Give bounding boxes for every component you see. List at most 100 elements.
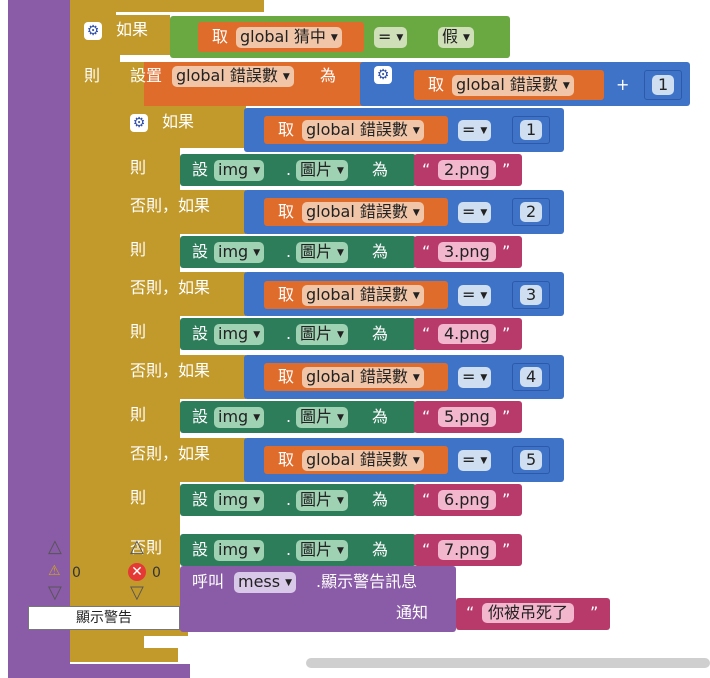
var-dropdown-5[interactable]: global 錯誤數 ▼ bbox=[302, 450, 424, 471]
property-name: 圖片 bbox=[300, 490, 333, 509]
warning-next-arrow[interactable]: ▽ bbox=[48, 582, 62, 603]
outer-if-top[interactable] bbox=[70, 0, 264, 12]
set-var-dropdown[interactable]: global 錯誤數 ▼ bbox=[172, 66, 294, 87]
operator-dropdown-4[interactable]: = ▼ bbox=[458, 367, 492, 388]
operator-dropdown-1[interactable]: = ▼ bbox=[458, 120, 492, 141]
compare-operator-dropdown[interactable]: = ▼ bbox=[374, 27, 408, 48]
get-label: 取 bbox=[428, 75, 445, 94]
property-dropdown-else[interactable]: 圖片 ▼ bbox=[296, 540, 348, 561]
boolean-dropdown[interactable]: 假 ▼ bbox=[438, 27, 474, 48]
dropdown-arrow-icon: ▼ bbox=[253, 546, 261, 556]
var-dropdown-2[interactable]: global 錯誤數 ▼ bbox=[302, 202, 424, 223]
error-prev-arrow[interactable]: △ bbox=[130, 536, 144, 557]
then-label: 則 bbox=[130, 158, 147, 177]
then-label: 則 bbox=[130, 488, 147, 507]
var-name: global 錯誤數 bbox=[456, 75, 558, 94]
string-field-1[interactable]: 2.png bbox=[438, 160, 496, 180]
message-field[interactable]: 你被吊死了 bbox=[482, 603, 575, 623]
dropdown-arrow-icon: ▼ bbox=[285, 578, 293, 588]
to-label: 為 bbox=[372, 242, 389, 261]
number-field-3[interactable]: 3 bbox=[520, 285, 543, 305]
error-icon: ✕ bbox=[128, 563, 146, 581]
string-field-3[interactable]: 4.png bbox=[438, 324, 496, 344]
component-dropdown-5[interactable]: img ▼ bbox=[214, 490, 265, 511]
component-dropdown-else[interactable]: img ▼ bbox=[214, 540, 265, 561]
property-dropdown-1[interactable]: 圖片 ▼ bbox=[296, 160, 348, 181]
string-field-4[interactable]: 5.png bbox=[438, 407, 496, 427]
var-dropdown-4[interactable]: global 錯誤數 ▼ bbox=[302, 367, 424, 388]
component-name: img bbox=[218, 540, 249, 559]
operator: = bbox=[462, 367, 476, 386]
then-label: 則 bbox=[130, 405, 147, 424]
boolean-value: 假 bbox=[442, 27, 459, 46]
procedure-block-bottom[interactable] bbox=[8, 664, 190, 678]
property-dropdown-5[interactable]: 圖片 ▼ bbox=[296, 490, 348, 511]
component-dropdown-3[interactable]: img ▼ bbox=[214, 324, 265, 345]
string-field-2[interactable]: 3.png bbox=[438, 242, 496, 262]
procedure-block-spine[interactable] bbox=[8, 0, 70, 672]
close-quote: ” bbox=[502, 324, 511, 343]
operator: = bbox=[462, 285, 476, 304]
dropdown-arrow-icon: ▼ bbox=[480, 208, 488, 218]
property-dropdown-4[interactable]: 圖片 ▼ bbox=[296, 407, 348, 428]
operator-dropdown-2[interactable]: = ▼ bbox=[458, 202, 492, 223]
dropdown-arrow-icon: ▼ bbox=[253, 496, 261, 506]
number-field-1[interactable]: 1 bbox=[520, 120, 543, 140]
component-name: img bbox=[218, 324, 249, 343]
string-field-else[interactable]: 7.png bbox=[438, 540, 496, 560]
outer-then-label: 則 bbox=[84, 66, 101, 85]
var-name: global 錯誤數 bbox=[306, 202, 408, 221]
number-field-5[interactable]: 5 bbox=[520, 450, 543, 470]
component-dropdown-4[interactable]: img ▼ bbox=[214, 407, 265, 428]
var-dropdown-1[interactable]: global 錯誤數 ▼ bbox=[302, 120, 424, 141]
horizontal-scrollbar[interactable] bbox=[306, 658, 710, 668]
operator-dropdown-3[interactable]: = ▼ bbox=[458, 285, 492, 306]
elseif-label: 否則，如果 bbox=[130, 278, 211, 297]
var-dropdown-guessed[interactable]: global 猜中 ▼ bbox=[236, 27, 342, 48]
elseif-label: 否則，如果 bbox=[130, 444, 211, 463]
component-dropdown-1[interactable]: img ▼ bbox=[214, 160, 265, 181]
show-warnings-button[interactable]: 顯示警告 bbox=[28, 606, 180, 630]
get-label: 取 bbox=[212, 27, 229, 46]
math-add-gear-icon[interactable]: ⚙ bbox=[374, 66, 392, 84]
number-field-2[interactable]: 2 bbox=[520, 202, 543, 222]
operator-dropdown-5[interactable]: = ▼ bbox=[458, 450, 492, 471]
property-dropdown-3[interactable]: 圖片 ▼ bbox=[296, 324, 348, 345]
get-label: 取 bbox=[278, 120, 295, 139]
dropdown-arrow-icon: ▼ bbox=[282, 72, 290, 82]
property-name: 圖片 bbox=[300, 324, 333, 343]
set-label: 設 bbox=[192, 490, 209, 509]
set-to-label: 為 bbox=[320, 66, 337, 85]
notifier-component-dropdown[interactable]: mess ▼ bbox=[234, 572, 297, 593]
dropdown-arrow-icon: ▼ bbox=[330, 33, 338, 43]
warning-prev-arrow[interactable]: △ bbox=[48, 536, 62, 557]
dropdown-arrow-icon: ▼ bbox=[337, 330, 344, 340]
dot-label: . bbox=[286, 540, 292, 559]
get-label: 取 bbox=[278, 202, 295, 221]
outer-if-gear-icon[interactable]: ⚙ bbox=[84, 22, 102, 40]
number-field[interactable]: 1 bbox=[652, 75, 675, 95]
dropdown-arrow-icon: ▼ bbox=[253, 166, 261, 176]
var-name: global 錯誤數 bbox=[306, 285, 408, 304]
error-next-arrow[interactable]: ▽ bbox=[130, 582, 144, 603]
var-name: global 錯誤數 bbox=[306, 367, 408, 386]
operator: = bbox=[462, 202, 476, 221]
component-name: mess bbox=[238, 572, 281, 591]
component-dropdown-2[interactable]: img ▼ bbox=[214, 242, 265, 263]
var-dropdown-3[interactable]: global 錯誤數 ▼ bbox=[302, 285, 424, 306]
var-name: global 錯誤數 bbox=[176, 66, 278, 85]
set-label: 設置 bbox=[130, 66, 163, 85]
inner-if-gear-icon[interactable]: ⚙ bbox=[130, 114, 148, 132]
open-quote: “ bbox=[422, 490, 431, 509]
property-dropdown-2[interactable]: 圖片 ▼ bbox=[296, 242, 348, 263]
dropdown-arrow-icon: ▼ bbox=[480, 373, 488, 383]
outer-if-footer[interactable] bbox=[70, 648, 178, 662]
var-name: global 錯誤數 bbox=[306, 120, 408, 139]
set-label: 設 bbox=[192, 160, 209, 179]
property-name: 圖片 bbox=[300, 242, 333, 261]
open-quote: “ bbox=[422, 160, 431, 179]
dropdown-arrow-icon: ▼ bbox=[412, 208, 420, 218]
number-field-4[interactable]: 4 bbox=[520, 367, 543, 387]
string-field-5[interactable]: 6.png bbox=[438, 490, 496, 510]
get-var-dropdown[interactable]: global 錯誤數 ▼ bbox=[452, 75, 574, 96]
